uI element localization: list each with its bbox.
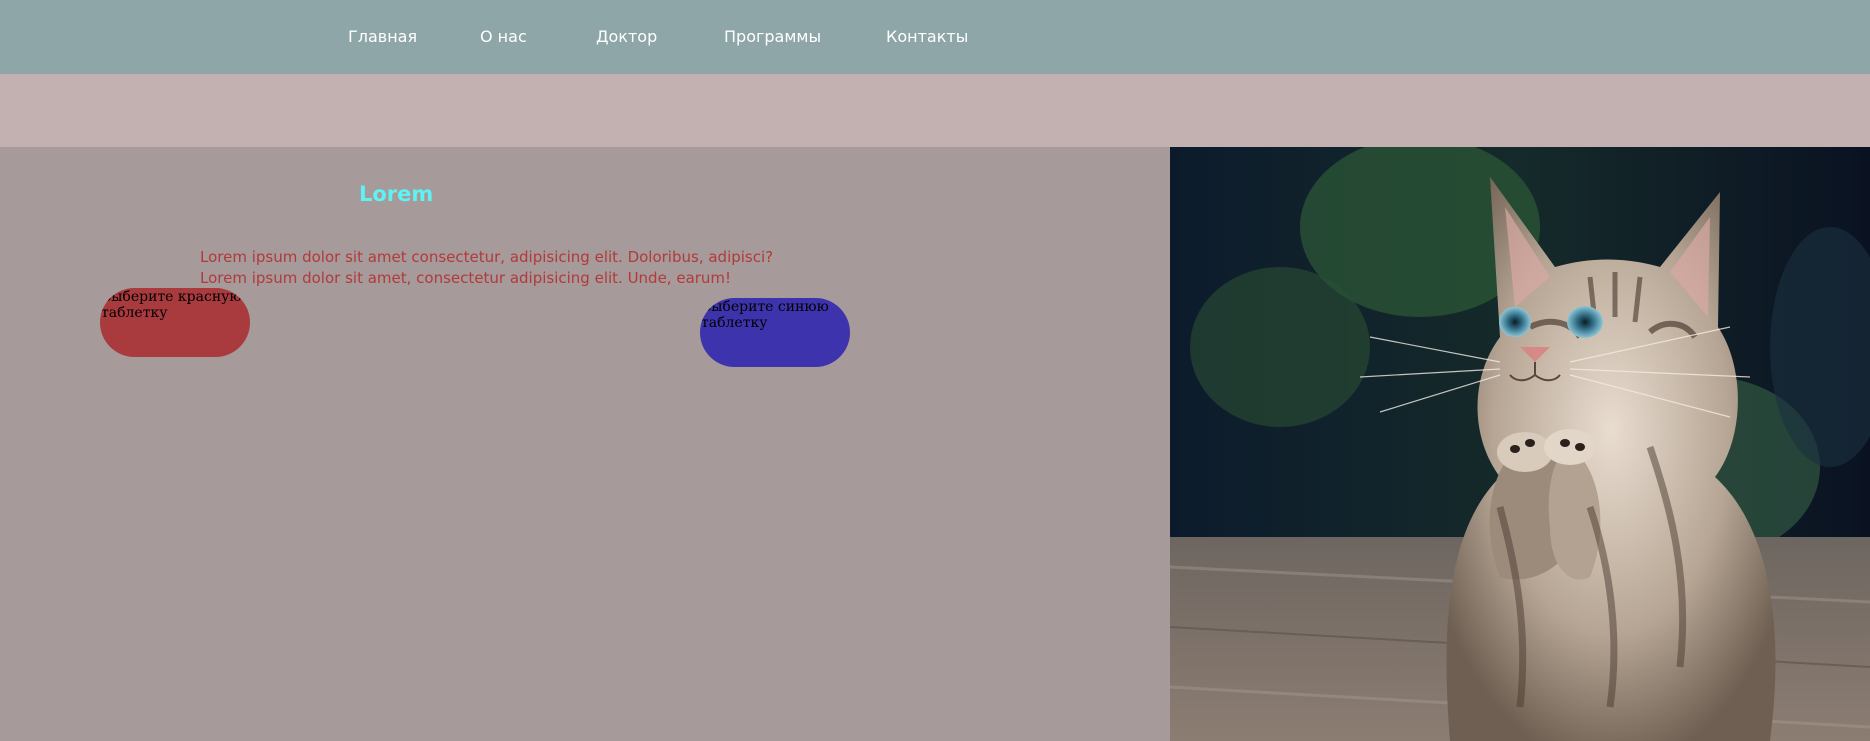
- nav-link-programs[interactable]: Программы: [724, 27, 821, 47]
- top-navigation: Главная О нас Доктор Программы Контакты: [0, 0, 1870, 74]
- nav-link-about[interactable]: О нас: [480, 27, 527, 47]
- nav-link-home[interactable]: Главная: [348, 27, 417, 47]
- main-content: Lorem Lorem ipsum dolor sit amet consect…: [0, 147, 1170, 741]
- nav-link-contacts[interactable]: Контакты: [886, 27, 968, 47]
- blue-pill-button[interactable]: Выберите синюю таблетку: [700, 298, 850, 367]
- header-band: [0, 74, 1870, 147]
- nav-link-doctor[interactable]: Доктор: [596, 27, 657, 47]
- intro-paragraph-line-1: Lorem ipsum dolor sit amet consectetur, …: [200, 248, 774, 266]
- red-pill-button[interactable]: Выберите красную таблетку: [100, 288, 250, 357]
- page: Главная О нас Доктор Программы Контакты …: [0, 0, 1870, 741]
- page-title: Lorem: [359, 182, 434, 206]
- intro-paragraph-line-2: Lorem ipsum dolor sit amet, consectetur …: [200, 269, 732, 287]
- intro-paragraph: Lorem ipsum dolor sit amet consectetur, …: [200, 247, 774, 289]
- kitten-photo: [1170, 147, 1870, 741]
- kitten-illustration: [1170, 147, 1870, 741]
